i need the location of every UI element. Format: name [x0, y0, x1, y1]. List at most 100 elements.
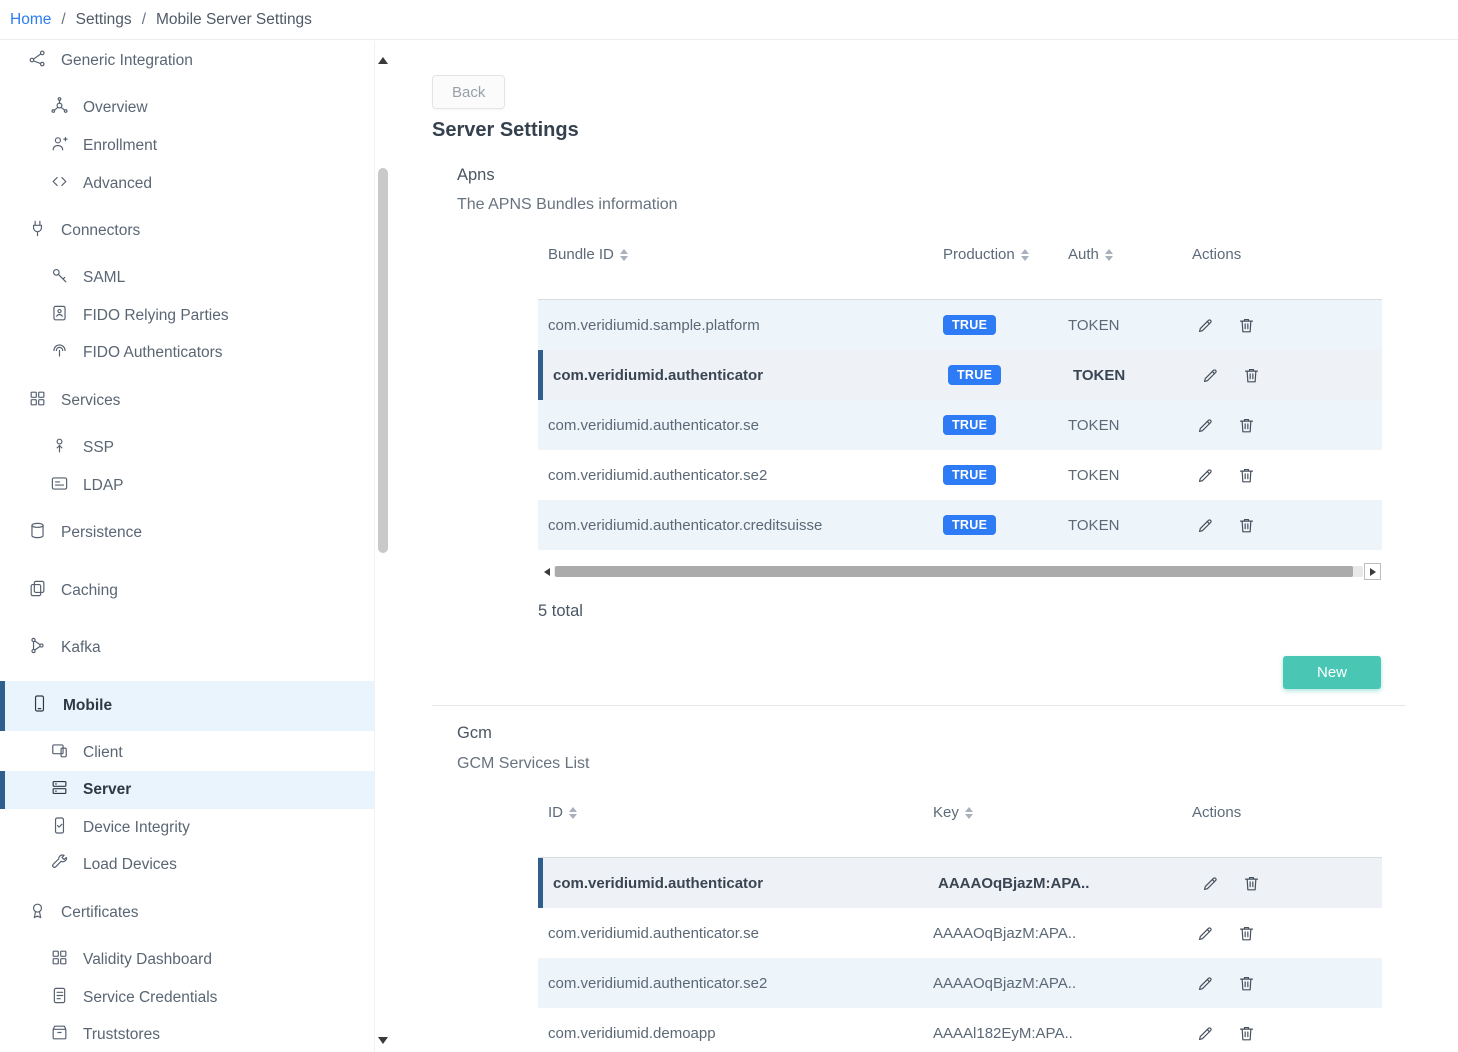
sidebar-item-saml[interactable]: SAML: [0, 259, 374, 297]
gcm-table-row[interactable]: com.veridiumid.demoapp AAAAl182EyM:APA..: [538, 1008, 1382, 1052]
actions-cell: [1194, 1008, 1258, 1052]
production-cell: TRUE: [943, 400, 996, 450]
scroll-down-arrow-icon[interactable]: [375, 1037, 391, 1044]
sidebar-item-server[interactable]: Server: [0, 771, 374, 809]
sidebar-item-device-integrity[interactable]: Device Integrity: [0, 809, 374, 847]
edit-button[interactable]: [1194, 922, 1217, 945]
sidebar-item-caching[interactable]: Caching: [0, 572, 374, 610]
sidebar-item-ldap[interactable]: LDAP: [0, 467, 374, 505]
delete-button[interactable]: [1240, 872, 1263, 895]
apns-table-row[interactable]: com.veridiumid.authenticator.creditsuiss…: [538, 500, 1382, 550]
scroll-right-arrow-icon[interactable]: [1364, 563, 1381, 580]
key-cell: AAAAOqBjazM:APA..: [933, 958, 1076, 1008]
trash-icon: [1237, 974, 1256, 993]
apns-table-row[interactable]: com.veridiumid.sample.platform TRUE TOKE…: [538, 300, 1382, 350]
sidebar-item-label: FIDO Authenticators: [83, 344, 223, 362]
breadcrumb-settings-link[interactable]: Settings: [76, 11, 132, 29]
delete-button[interactable]: [1235, 514, 1258, 537]
sidebar-item-connectors[interactable]: Connectors: [0, 212, 374, 250]
delete-button[interactable]: [1235, 464, 1258, 487]
delete-button[interactable]: [1235, 414, 1258, 437]
sidebar-item-load-devices[interactable]: Load Devices: [0, 846, 374, 884]
edit-button[interactable]: [1199, 364, 1222, 387]
production-cell: TRUE: [943, 300, 996, 350]
edit-button[interactable]: [1194, 972, 1217, 995]
sidebar-item-label: Server: [83, 781, 131, 799]
column-header-id[interactable]: ID: [548, 804, 577, 821]
edit-button[interactable]: [1199, 872, 1222, 895]
new-button[interactable]: New: [1283, 656, 1381, 689]
gcm-table-row[interactable]: com.veridiumid.authenticator.se AAAAOqBj…: [538, 908, 1382, 958]
scroll-left-arrow-icon[interactable]: [540, 563, 554, 580]
database-icon: [28, 521, 47, 545]
sidebar-item-certificates[interactable]: Certificates: [0, 894, 374, 932]
sidebar-item-generic-integration[interactable]: Generic Integration: [0, 42, 374, 80]
sort-icon: [1105, 249, 1113, 261]
gcm-table-row-selected[interactable]: com.veridiumid.authenticator AAAAOqBjazM…: [538, 858, 1382, 908]
column-header-production[interactable]: Production: [943, 246, 1029, 263]
delete-button[interactable]: [1235, 922, 1258, 945]
pencil-icon: [1196, 516, 1215, 535]
key-cell: AAAAOqBjazM:APA..: [938, 858, 1089, 908]
integration-icon: [28, 49, 47, 73]
sidebar-item-advanced[interactable]: Advanced: [0, 165, 374, 203]
pencil-icon: [1196, 416, 1215, 435]
sidebar-item-kafka[interactable]: Kafka: [0, 629, 374, 667]
sidebar-item-client[interactable]: Client: [0, 734, 374, 772]
sidebar-item-service-credentials[interactable]: Service Credentials: [0, 979, 374, 1017]
column-header-key[interactable]: Key: [933, 804, 973, 821]
sort-icon: [1021, 249, 1029, 261]
edit-button[interactable]: [1194, 464, 1217, 487]
apns-horizontal-scrollbar[interactable]: [540, 563, 1381, 580]
sidebar-item-label: Load Devices: [83, 856, 177, 874]
copy-icon: [28, 579, 47, 603]
apns-table-row[interactable]: com.veridiumid.authenticator.se2 TRUE TO…: [538, 450, 1382, 500]
apns-table-row[interactable]: com.veridiumid.authenticator.se TRUE TOK…: [538, 400, 1382, 450]
sidebar-item-overview[interactable]: Overview: [0, 89, 374, 127]
devices-icon: [50, 741, 69, 765]
edit-button[interactable]: [1194, 414, 1217, 437]
actions-cell: [1194, 400, 1258, 450]
grid-icon: [28, 389, 47, 413]
horizontal-scrollbar-thumb[interactable]: [555, 566, 1353, 577]
sidebar-item-mobile[interactable]: Mobile: [0, 681, 374, 731]
column-label: Production: [943, 246, 1015, 263]
actions-cell: [1194, 958, 1258, 1008]
actions-cell: [1194, 500, 1258, 550]
sidebar-item-fido-authenticators[interactable]: FIDO Authenticators: [0, 334, 374, 372]
sidebar-item-enrollment[interactable]: Enrollment: [0, 127, 374, 165]
column-header-auth[interactable]: Auth: [1068, 246, 1113, 263]
sidebar-item-persistence[interactable]: Persistence: [0, 514, 374, 552]
scroll-up-arrow-icon[interactable]: [375, 57, 391, 64]
delete-button[interactable]: [1235, 972, 1258, 995]
delete-button[interactable]: [1235, 314, 1258, 337]
sidebar-item-truststores[interactable]: Truststores: [0, 1016, 374, 1052]
edit-button[interactable]: [1194, 314, 1217, 337]
sidebar-item-fido-relying-parties[interactable]: FIDO Relying Parties: [0, 297, 374, 335]
sidebar-scrollbar-thumb[interactable]: [378, 168, 388, 553]
delete-button[interactable]: [1235, 1022, 1258, 1045]
sidebar-item-ssp[interactable]: SSP: [0, 429, 374, 467]
edit-button[interactable]: [1194, 1022, 1217, 1045]
gcm-table-row[interactable]: com.veridiumid.authenticator.se2 AAAAOqB…: [538, 958, 1382, 1008]
sidebar-item-label: Connectors: [61, 222, 140, 240]
pencil-icon: [1201, 874, 1220, 893]
sidebar-item-label: Truststores: [83, 1026, 160, 1044]
key-icon: [50, 266, 69, 290]
delete-button[interactable]: [1240, 364, 1263, 387]
sidebar-item-label: SSP: [83, 439, 114, 457]
wrench-icon: [50, 853, 69, 877]
sidebar-item-validity-dashboard[interactable]: Validity Dashboard: [0, 941, 374, 979]
breadcrumb-home-link[interactable]: Home: [10, 11, 51, 29]
column-header-bundle-id[interactable]: Bundle ID: [548, 246, 628, 263]
apns-table-row-selected[interactable]: com.veridiumid.authenticator TRUE TOKEN: [538, 350, 1382, 400]
tablet-user-icon: [50, 304, 69, 328]
back-button[interactable]: Back: [432, 75, 505, 109]
sidebar-scrollbar[interactable]: [374, 41, 391, 1052]
trash-icon: [1237, 466, 1256, 485]
sidebar-item-label: LDAP: [83, 477, 124, 495]
sidebar-item-services[interactable]: Services: [0, 382, 374, 420]
trash-icon: [1237, 516, 1256, 535]
edit-button[interactable]: [1194, 514, 1217, 537]
apns-total-count: 5 total: [538, 602, 583, 621]
